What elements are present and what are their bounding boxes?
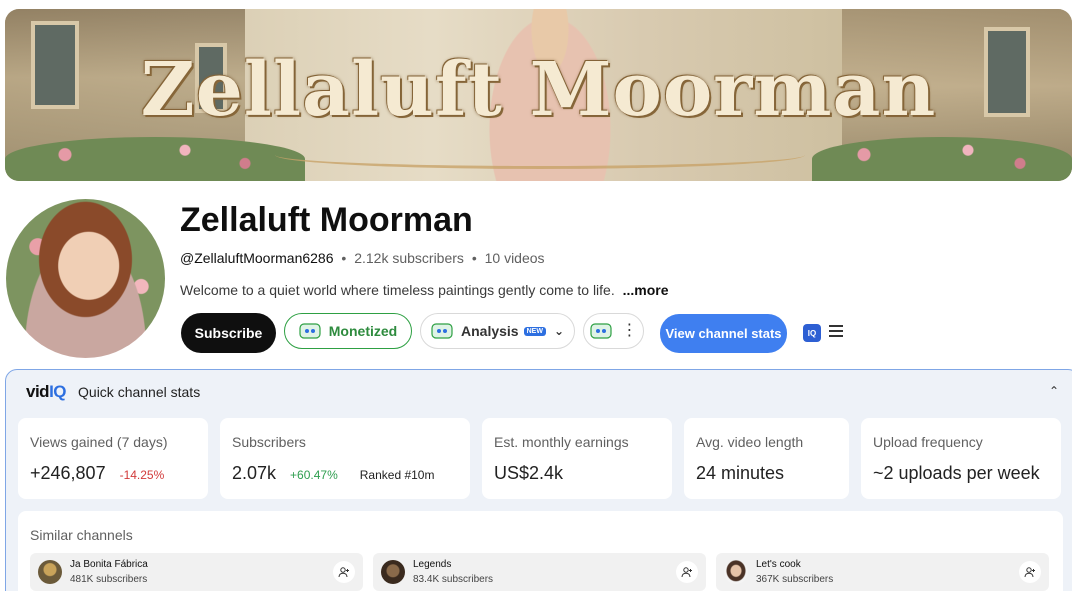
vidiq-mascot-icon — [431, 322, 453, 340]
channel-banner: Zellaluft Moorman — [5, 9, 1072, 181]
channel-meta: @ZellaluftMoorman6286 • 2.12k subscriber… — [180, 250, 545, 266]
view-stats-label: View channel stats — [665, 326, 782, 341]
vidiq-mascot-icon — [589, 322, 612, 340]
similar-channel-subs: 481K subscribers — [70, 574, 148, 585]
stat-card-upload-frequency: Upload frequency ~2 uploads per week — [861, 418, 1061, 499]
description-text: Welcome to a quiet world where timeless … — [180, 282, 615, 298]
menu-icon[interactable] — [829, 325, 843, 339]
chevron-up-icon[interactable]: ⌃ — [1049, 384, 1059, 398]
similar-channels: Similar channels Ja Bonita Fábrica 481K … — [18, 511, 1063, 591]
stat-card-video-length: Avg. video length 24 minutes — [684, 418, 849, 499]
channel-name: Zellaluft Moorman — [180, 201, 473, 239]
similar-channel-name: Ja Bonita Fábrica — [70, 559, 148, 570]
analysis-label: Analysis — [461, 323, 519, 339]
banner-flowers — [5, 137, 305, 181]
subscriber-count: 2.12k subscribers — [354, 250, 464, 266]
add-user-icon[interactable] — [333, 561, 355, 583]
stat-label: Avg. video length — [696, 434, 804, 450]
vidiq-more-button[interactable]: ⋮ — [583, 313, 644, 349]
analysis-button[interactable]: Analysis NEW ⌄ — [420, 313, 575, 349]
video-count: 10 videos — [484, 250, 545, 266]
meta-separator: • — [341, 250, 347, 266]
stat-delta: +60.47% — [290, 468, 338, 482]
similar-channel-item[interactable]: Legends 83.4K subscribers — [373, 553, 706, 591]
similar-channels-title: Similar channels — [30, 527, 133, 543]
stat-rank: Ranked #10m — [359, 468, 435, 482]
channel-description[interactable]: Welcome to a quiet world where timeless … — [180, 282, 669, 298]
channel-avatar[interactable] — [6, 199, 165, 358]
panel-header: vidIQ Quick channel stats — [26, 382, 200, 402]
similar-channel-name: Let's cook — [756, 559, 801, 570]
stat-value: 24 minutes — [696, 463, 785, 483]
vidiq-mascot-icon — [299, 322, 321, 340]
stat-card-earnings: Est. monthly earnings US$2.4k — [482, 418, 672, 499]
stat-label: Upload frequency — [873, 434, 983, 450]
vidiq-iq-icon[interactable]: IQ — [803, 324, 821, 342]
view-channel-stats-button[interactable]: View channel stats — [660, 314, 787, 353]
stat-label: Est. monthly earnings — [494, 434, 629, 450]
subscribe-label: Subscribe — [194, 325, 263, 341]
vidiq-logo: vidIQ — [26, 382, 67, 401]
stat-delta: -14.25% — [119, 468, 165, 482]
meta-separator: • — [471, 250, 477, 266]
stat-label: Subscribers — [232, 434, 306, 450]
banner-flourish — [275, 141, 805, 169]
similar-channel-subs: 83.4K subscribers — [413, 574, 494, 585]
similar-channel-item[interactable]: Let's cook 367K subscribers — [716, 553, 1049, 591]
stat-value: ~2 uploads per week — [873, 463, 1040, 483]
quick-stats-panel: vidIQ Quick channel stats ⌃ Views gained… — [5, 369, 1072, 591]
more-link[interactable]: ...more — [623, 282, 669, 298]
stat-card-subscribers: Subscribers 2.07k +60.47% Ranked #10m — [220, 418, 470, 499]
stat-value: US$2.4k — [494, 463, 564, 483]
panel-title: Quick channel stats — [78, 384, 201, 400]
chevron-down-icon[interactable]: ⌄ — [554, 324, 564, 338]
similar-channel-name: Legends — [413, 559, 452, 570]
stat-value: 2.07k +60.47% Ranked #10m — [232, 463, 435, 483]
similar-channel-subs: 367K subscribers — [756, 574, 834, 585]
stat-value: +246,807 -14.25% — [30, 463, 165, 483]
add-user-icon[interactable] — [1019, 561, 1041, 583]
monetized-label: Monetized — [328, 323, 398, 339]
banner-title: Zellaluft Moorman — [140, 47, 937, 133]
avatar — [38, 560, 62, 584]
add-user-icon[interactable] — [676, 561, 698, 583]
avatar — [724, 560, 748, 584]
similar-channel-item[interactable]: Ja Bonita Fábrica 481K subscribers — [30, 553, 363, 591]
subscribe-button[interactable]: Subscribe — [181, 313, 276, 353]
channel-handle[interactable]: @ZellaluftMoorman6286 — [180, 250, 334, 266]
monetized-button[interactable]: Monetized — [284, 313, 412, 349]
banner-flowers — [812, 137, 1072, 181]
avatar — [381, 560, 405, 584]
new-badge: NEW — [523, 326, 546, 336]
stat-card-views: Views gained (7 days) +246,807 -14.25% — [18, 418, 208, 499]
more-vertical-icon[interactable]: ⋮ — [622, 323, 638, 339]
stat-label: Views gained (7 days) — [30, 434, 168, 450]
